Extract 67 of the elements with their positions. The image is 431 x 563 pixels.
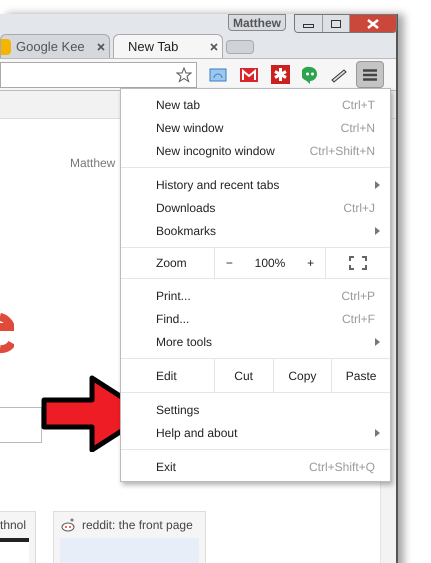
menu-item-label: New tab	[156, 96, 202, 114]
zoom-label: Zoom	[155, 255, 188, 272]
folder-icon[interactable]	[209, 67, 227, 82]
profile-button[interactable]: Matthew	[228, 14, 286, 31]
menu-item[interactable]: Exit Ctrl+Shift+Q	[121, 455, 390, 478]
menu-item[interactable]: New tab Ctrl+T	[121, 93, 390, 116]
shortcut-label: Ctrl+T	[342, 96, 375, 114]
alien-icon	[60, 518, 76, 532]
edit-label: Edit	[155, 368, 178, 384]
submenu-arrow-icon	[375, 428, 380, 436]
menu-item-label: Downloads	[156, 200, 216, 216]
chat-bubble-icon[interactable]	[302, 66, 318, 84]
thumbnail-tile[interactable]: thnol	[0, 511, 36, 563]
menu-item[interactable]: Help and about	[121, 421, 390, 444]
profile-name[interactable]: Matthew	[70, 154, 116, 172]
shortcut-label: Ctrl+J	[343, 200, 375, 216]
menu-item-label: Settings	[156, 402, 200, 418]
fullscreen-icon[interactable]	[349, 256, 367, 270]
pencil-icon[interactable]	[330, 66, 348, 82]
tile-title: thnol	[0, 517, 26, 534]
menu-item[interactable]: Settings	[121, 398, 390, 421]
asterisk-icon[interactable]	[271, 65, 290, 84]
close-icon[interactable]	[97, 42, 105, 50]
tile-title: reddit: the front page	[82, 517, 193, 534]
menu-item-label: Exit	[156, 458, 178, 476]
close-button[interactable]	[350, 15, 396, 32]
menu-icon	[363, 68, 377, 80]
shortcut-label: Ctrl+N	[340, 120, 375, 136]
submenu-arrow-icon	[375, 180, 380, 188]
menu-item-label: Help and about	[156, 424, 238, 442]
menu-button[interactable]	[356, 61, 384, 88]
submenu-arrow-icon	[375, 226, 380, 234]
submenu-arrow-icon	[375, 338, 380, 346]
menu-item-label: New incognito window	[156, 142, 276, 160]
menu-item-label: Find...	[156, 310, 190, 328]
menu-item[interactable]: Downloads Ctrl+J	[121, 196, 390, 219]
menu-item-label: Print...	[156, 288, 192, 304]
thumbnail-tile[interactable]: reddit: the front page	[53, 511, 206, 563]
menu-item[interactable]: Print... Ctrl+P	[121, 284, 390, 307]
menu-item-label: New window	[156, 120, 224, 136]
browser-tab[interactable]: Google Kee	[0, 34, 110, 58]
menu-item-label: Bookmarks	[156, 222, 218, 240]
shortcut-label: Ctrl+F	[342, 310, 375, 328]
shortcut-label: Ctrl+Shift+N	[310, 142, 375, 160]
zoom-level: 100%	[254, 255, 286, 272]
menu-item[interactable]: History and recent tabs	[121, 173, 390, 196]
menu-item-label: More tools	[156, 334, 214, 350]
menu-item[interactable]: New incognito window Ctrl+Shift+N	[121, 139, 390, 162]
menu-item-label: History and recent tabs	[156, 176, 280, 194]
menu-item[interactable]: Bookmarks	[121, 219, 390, 242]
minimize-icon	[303, 24, 314, 28]
zoom-in-button[interactable]: +	[307, 254, 314, 272]
maximize-button[interactable]	[323, 15, 350, 32]
star-icon[interactable]	[176, 66, 192, 82]
page-preview	[0, 538, 29, 563]
menu-item[interactable]: More tools	[121, 330, 390, 353]
shortcut-label: Ctrl+P	[341, 288, 375, 304]
close-icon[interactable]	[210, 42, 218, 50]
browser-tab[interactable]: New Tab	[113, 34, 223, 58]
minimize-button[interactable]	[295, 15, 323, 32]
shortcut-label: Ctrl+Shift+Q	[308, 458, 375, 476]
zoom-out-button[interactable]: −	[226, 254, 233, 272]
close-icon	[367, 18, 379, 28]
menu-item[interactable]: Find... Ctrl+F	[121, 307, 390, 330]
mail-icon[interactable]	[239, 66, 259, 82]
menu-item[interactable]: New window Ctrl+N	[121, 116, 390, 139]
maximize-icon	[331, 20, 341, 28]
